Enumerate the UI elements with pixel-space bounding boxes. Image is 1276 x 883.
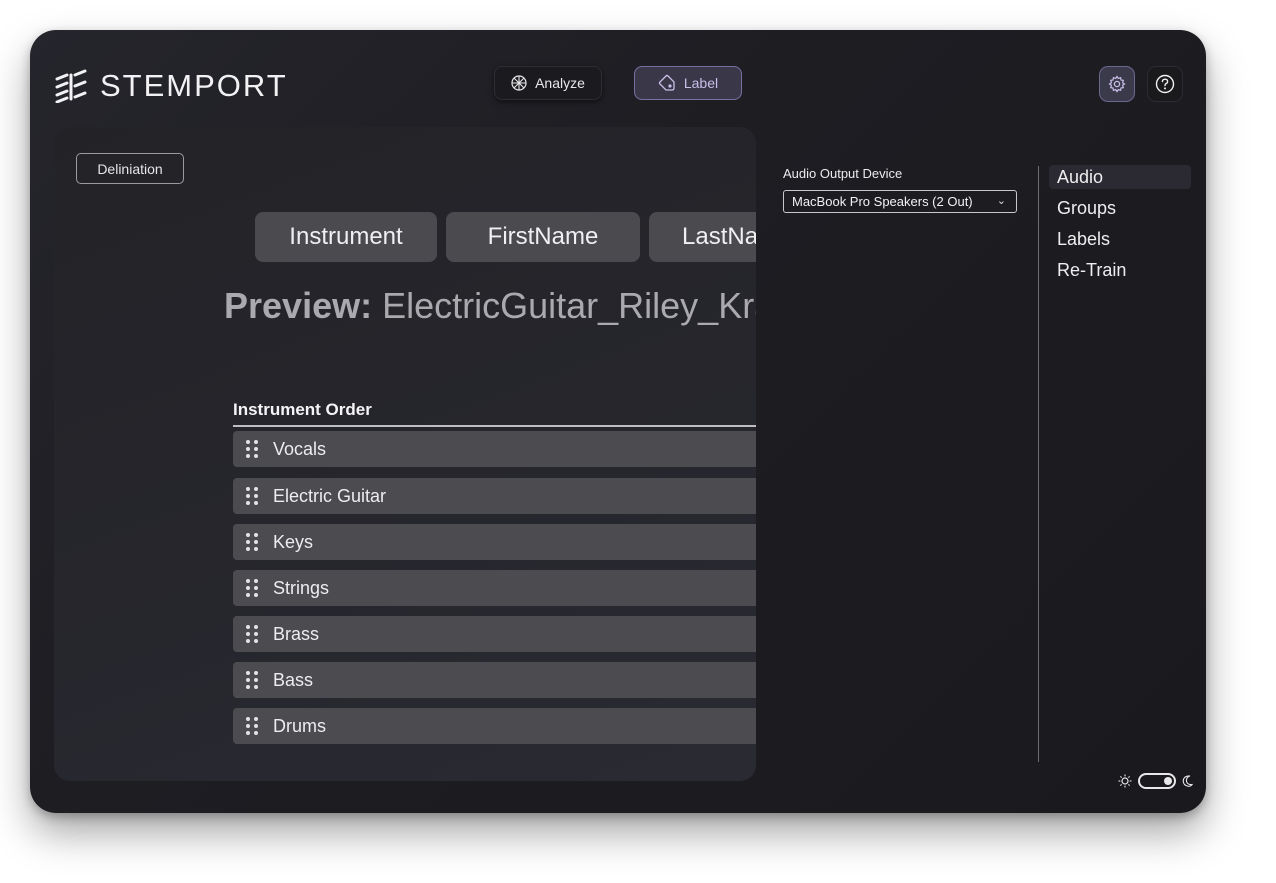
audio-output-value: MacBook Pro Speakers (2 Out) xyxy=(792,194,973,209)
preview-key: Preview: xyxy=(224,285,373,326)
drag-handle-icon[interactable] xyxy=(246,440,258,458)
analyze-button[interactable]: Analyze xyxy=(494,66,602,100)
instrument-label: Strings xyxy=(273,577,330,598)
instrument-label: Drums xyxy=(273,715,326,736)
settings-nav-retrain[interactable]: Re-Train xyxy=(1049,258,1191,282)
audio-output-label: Audio Output Device xyxy=(783,166,903,181)
label-button[interactable]: Label xyxy=(634,66,742,100)
theme-switch[interactable] xyxy=(1138,773,1176,789)
settings-nav-groups[interactable]: Groups xyxy=(1049,196,1191,220)
instrument-label: Vocals xyxy=(273,438,327,459)
analyze-label: Analyze xyxy=(535,75,585,91)
label-tab-label: Label xyxy=(683,75,719,91)
help-icon xyxy=(1155,74,1175,94)
app-window: STEMPORT Analyze Label Deliniation Instr… xyxy=(30,30,1206,813)
order-divider xyxy=(233,425,756,427)
audio-output-select[interactable]: MacBook Pro Speakers (2 Out) ⌄ xyxy=(783,190,1017,213)
settings-nav-audio[interactable]: Audio xyxy=(1049,165,1191,189)
drag-handle-icon[interactable] xyxy=(246,625,258,643)
instrument-label: Keys xyxy=(273,531,314,552)
token-instrument[interactable]: Instrument xyxy=(255,212,437,262)
tag-icon xyxy=(658,74,675,91)
drag-handle-icon[interactable] xyxy=(246,717,258,735)
drag-handle-icon[interactable] xyxy=(246,671,258,689)
sun-icon xyxy=(1118,774,1132,788)
label-panel: Deliniation Instrument FirstName LastNam… xyxy=(54,127,756,781)
instrument-order-title: Instrument Order xyxy=(233,400,372,419)
list-item[interactable]: Bass xyxy=(233,662,756,698)
stemport-logo-icon xyxy=(55,69,87,103)
settings-nav-labels[interactable]: Labels xyxy=(1049,227,1191,251)
theme-toggle[interactable] xyxy=(1118,773,1194,789)
list-item[interactable]: Electric Guitar xyxy=(233,478,756,514)
instrument-label: Bass xyxy=(273,669,314,690)
switch-knob xyxy=(1164,777,1172,785)
filename-preview: Preview: ElectricGuitar_Riley_Kramer xyxy=(224,285,756,327)
settings-button[interactable] xyxy=(1099,66,1135,102)
instrument-label: Electric Guitar xyxy=(273,485,387,506)
gear-icon xyxy=(1108,75,1126,93)
list-item[interactable]: Brass xyxy=(233,616,756,652)
list-item[interactable]: Vocals xyxy=(233,431,756,467)
delineation-button[interactable]: Deliniation xyxy=(76,153,184,184)
list-item[interactable]: Strings xyxy=(233,570,756,606)
token-firstname[interactable]: FirstName xyxy=(446,212,640,262)
drag-handle-icon[interactable] xyxy=(246,487,258,505)
settings-divider xyxy=(1038,166,1039,762)
list-item[interactable]: Drums xyxy=(233,708,756,744)
instrument-label: Brass xyxy=(273,623,320,644)
list-item[interactable]: Keys xyxy=(233,524,756,560)
logo: STEMPORT xyxy=(54,68,288,104)
chevron-down-icon: ⌄ xyxy=(996,195,1006,207)
drag-handle-icon[interactable] xyxy=(246,579,258,597)
moon-icon xyxy=(1182,775,1194,787)
app-title: STEMPORT xyxy=(100,68,288,103)
help-button[interactable] xyxy=(1147,66,1183,102)
drag-handle-icon[interactable] xyxy=(246,533,258,551)
preview-value: ElectricGuitar_Riley_Kramer xyxy=(382,285,756,326)
analyze-icon xyxy=(511,75,527,91)
token-lastname[interactable]: LastName xyxy=(649,212,756,262)
